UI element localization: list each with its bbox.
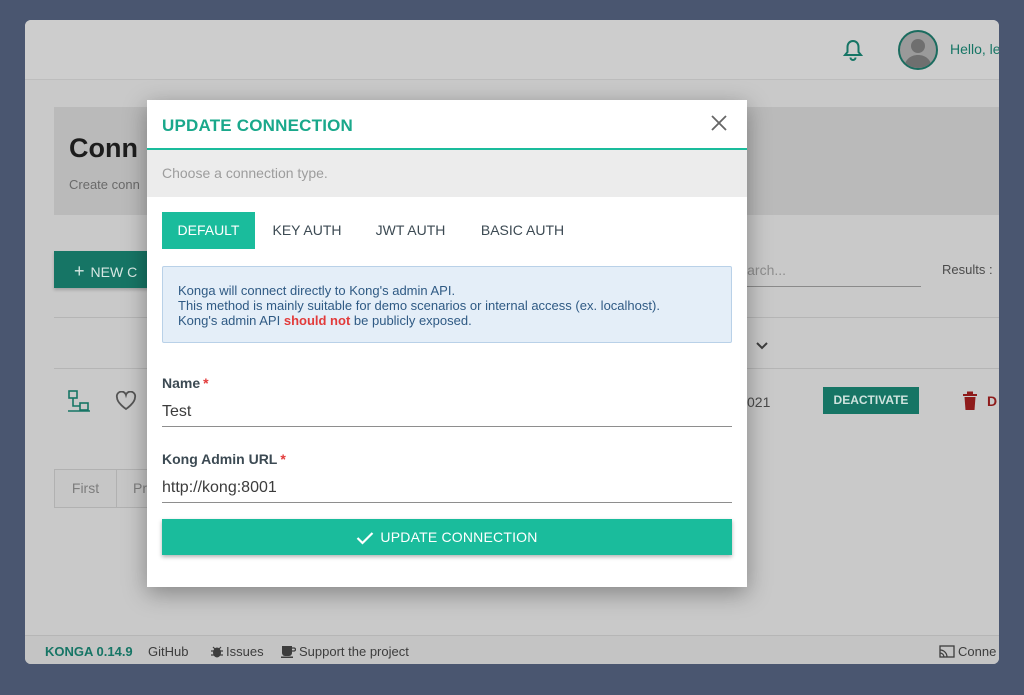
search-underline [725, 286, 921, 287]
info-alert: Konga will connect directly to Kong's ad… [162, 266, 732, 343]
info-warning: should not [283, 313, 351, 328]
footer-connections-label: Conne [958, 644, 997, 659]
plus-icon: + [74, 261, 85, 281]
cast-icon [939, 645, 955, 658]
update-connection-label: UPDATE CONNECTION [380, 529, 538, 545]
info-line-3: Kong's admin API should not be publicly … [178, 313, 731, 328]
heart-icon[interactable] [115, 390, 137, 411]
connection-date: 021 [747, 394, 771, 410]
modal-title: UPDATE CONNECTION [162, 116, 354, 135]
footer-issues-link[interactable]: Issues [211, 644, 264, 659]
update-connection-button[interactable]: UPDATE CONNECTION [162, 519, 732, 555]
info-line-3-prefix: Kong's admin API [178, 313, 281, 328]
footer-support-label: Support the project [299, 644, 409, 659]
chevron-down-icon[interactable] [755, 338, 769, 350]
info-line-2: This method is mainly suitable for demo … [178, 298, 660, 313]
required-mark: * [203, 375, 209, 391]
pagination: First Pr [54, 469, 154, 508]
results-label: Results : [942, 262, 993, 277]
delete-button[interactable]: D [987, 393, 997, 409]
tab-basic-auth[interactable]: BASIC AUTH [462, 212, 583, 249]
footer-support-link[interactable]: Support the project [281, 644, 409, 659]
connection-type-hint: Choose a connection type. [147, 150, 747, 197]
tab-jwt-auth[interactable]: JWT AUTH [359, 212, 462, 249]
notifications-bell-icon[interactable] [842, 39, 864, 61]
page-subtitle: Create conn [69, 177, 140, 192]
footer-connections-link[interactable]: Conne [939, 644, 996, 659]
tab-key-auth[interactable]: KEY AUTH [255, 212, 359, 249]
tab-default[interactable]: DEFAULT [162, 212, 255, 249]
user-greeting[interactable]: Hello, le [950, 41, 999, 57]
close-icon[interactable] [709, 113, 729, 133]
pagination-first[interactable]: First [55, 470, 117, 507]
url-label: Kong Admin URL * [162, 451, 286, 467]
new-connection-label: NEW C [90, 264, 138, 280]
trash-icon[interactable] [962, 391, 978, 411]
user-avatar[interactable] [898, 30, 938, 70]
url-label-text: Kong Admin URL [162, 451, 278, 467]
footer-issues-label: Issues [226, 644, 264, 659]
page-title: Conn [69, 133, 138, 163]
footer: KONGA 0.14.9 GitHub Issues Support the p… [25, 635, 999, 664]
name-label-text: Name [162, 375, 201, 391]
info-line-1: Konga will connect directly to Kong's ad… [178, 283, 456, 298]
network-icon [67, 389, 91, 413]
name-label: Name * [162, 375, 209, 391]
info-line-3-suffix: be publicly exposed. [353, 313, 472, 328]
top-bar: Hello, le [25, 20, 999, 80]
pagination-prev[interactable]: Pr [133, 470, 147, 507]
checkmark-icon [357, 532, 374, 545]
required-mark: * [280, 451, 286, 467]
footer-github-link[interactable]: GitHub [148, 644, 188, 659]
update-connection-modal: UPDATE CONNECTION Choose a connection ty… [147, 100, 747, 587]
kong-admin-url-field[interactable] [162, 473, 732, 503]
modal-header: UPDATE CONNECTION [147, 100, 747, 150]
footer-brand[interactable]: KONGA 0.14.9 [45, 644, 133, 659]
coffee-icon [281, 646, 296, 658]
name-field[interactable] [162, 397, 732, 427]
bug-icon [211, 646, 223, 658]
deactivate-button[interactable]: DEACTIVATE [823, 387, 919, 414]
